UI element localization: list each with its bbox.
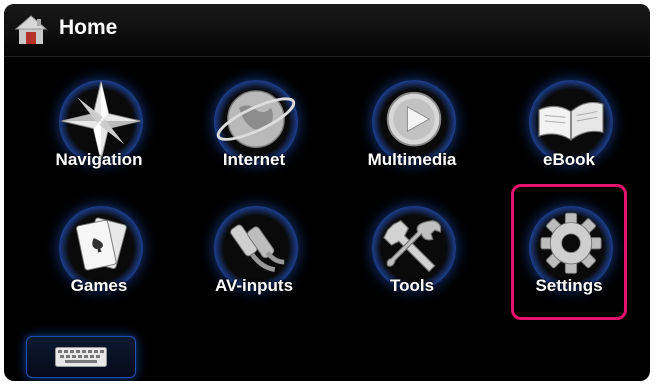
tile-label: AV-inputs <box>214 276 294 295</box>
tile-label: Multimedia <box>367 150 457 169</box>
tile-label: eBook <box>543 150 595 169</box>
page-title: Home <box>59 16 118 39</box>
tile-label: Internet <box>222 150 286 169</box>
keyboard-button[interactable] <box>26 336 136 378</box>
header-bar: Home <box>4 4 650 57</box>
home-screen: Home Navigation Internet Multimedia eBoo… <box>4 4 650 381</box>
tile-navigation[interactable]: Navigation <box>24 80 174 200</box>
settings-highlight-frame <box>511 184 627 320</box>
home-icon[interactable] <box>14 14 48 46</box>
keyboard-icon <box>55 347 107 367</box>
tile-internet[interactable]: Internet <box>179 80 329 200</box>
tile-games[interactable]: Games <box>24 206 174 326</box>
tile-label: Games <box>70 276 128 295</box>
tile-label: Tools <box>389 276 435 295</box>
tile-tools[interactable]: Tools <box>337 206 487 326</box>
tile-av-inputs[interactable]: AV-inputs <box>179 206 329 326</box>
tile-multimedia[interactable]: Multimedia <box>337 80 487 200</box>
tile-ebook[interactable]: eBook <box>494 80 644 200</box>
tile-label: Navigation <box>55 150 143 169</box>
